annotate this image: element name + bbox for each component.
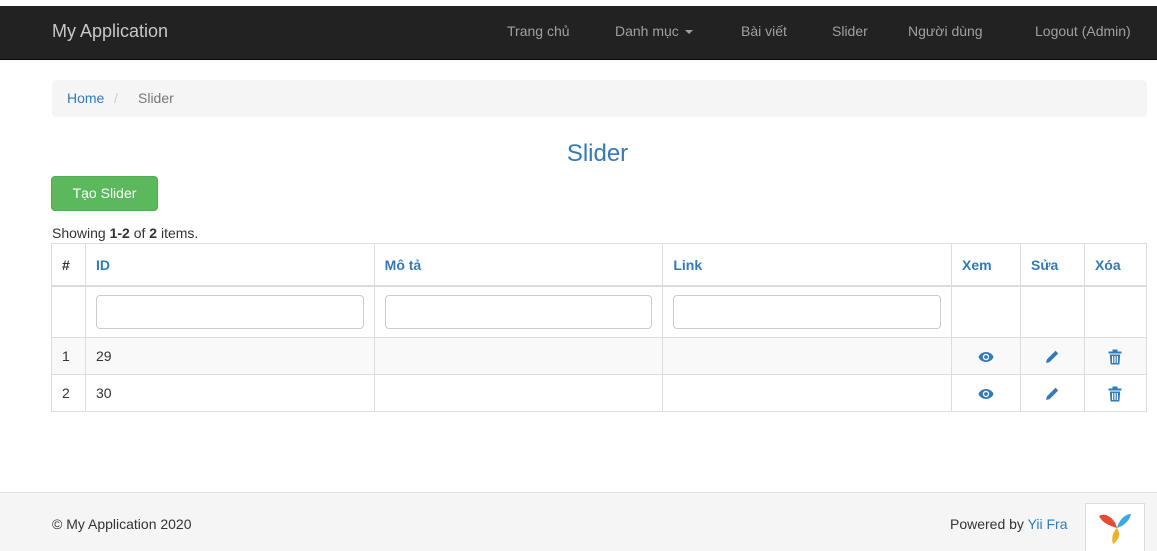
grid-summary: Showing 1-2 of 2 items.	[52, 225, 198, 241]
filter-cell-empty	[1020, 285, 1085, 338]
trash-icon	[1108, 386, 1122, 402]
nav-item-posts[interactable]: Bài viết	[741, 23, 787, 39]
nav-item-home[interactable]: Trang chủ	[507, 23, 570, 39]
column-header-number: #	[51, 243, 86, 287]
breadcrumb-home-link[interactable]: Home	[67, 90, 104, 106]
nav-item-users[interactable]: Người dùng	[908, 23, 983, 39]
delete-button[interactable]	[1083, 374, 1148, 412]
row-link	[662, 374, 953, 412]
trash-icon	[1108, 349, 1122, 365]
footer-copyright: © My Application 2020	[52, 516, 192, 532]
nav-item-slider[interactable]: Slider	[832, 23, 868, 39]
breadcrumb-separator: /	[114, 90, 118, 106]
summary-prefix: Showing	[52, 225, 110, 241]
filter-cell-link	[662, 285, 953, 338]
slider-grid: # ID Mô tả Link Xem Sửa Xóa 1 29 2 30	[51, 243, 1148, 412]
column-header-description[interactable]: Mô tả	[373, 243, 664, 287]
summary-suffix: items.	[157, 225, 199, 241]
pencil-icon	[1046, 387, 1059, 401]
yii-framework-link[interactable]: Yii Fra	[1028, 516, 1068, 532]
filter-cell-empty	[51, 285, 86, 338]
filter-link-input[interactable]	[673, 295, 942, 329]
filter-cell-id	[84, 285, 375, 338]
row-number: 2	[51, 374, 86, 412]
column-header-id[interactable]: ID	[84, 243, 375, 287]
powered-by-prefix: Powered by	[950, 516, 1028, 532]
column-header-view: Xem	[951, 243, 1021, 287]
table-row: 2 30	[51, 374, 1148, 412]
column-header-delete: Xóa	[1083, 243, 1148, 287]
header-row: # ID Mô tả Link Xem Sửa Xóa	[51, 243, 1148, 287]
eye-icon	[978, 389, 994, 400]
row-description	[373, 374, 664, 412]
column-header-edit: Sửa	[1020, 243, 1085, 287]
nav-item-categories[interactable]: Danh mục	[615, 23, 693, 39]
row-description	[373, 337, 664, 375]
summary-range: 1-2	[109, 225, 130, 241]
filter-cell-description	[373, 285, 664, 338]
view-button[interactable]	[951, 374, 1021, 412]
row-id: 30	[84, 374, 375, 412]
table-row: 1 29	[51, 337, 1148, 375]
yii-debug-toolbar-toggle[interactable]	[1085, 503, 1145, 551]
filter-cell-empty	[1083, 285, 1148, 338]
summary-of: of	[129, 225, 150, 241]
row-number: 1	[51, 337, 86, 375]
row-link	[662, 337, 953, 375]
column-header-link[interactable]: Link	[662, 243, 953, 287]
delete-button[interactable]	[1083, 337, 1148, 375]
summary-total: 2	[149, 225, 158, 241]
caret-down-icon	[684, 30, 693, 35]
filter-row	[51, 285, 1148, 338]
filter-cell-empty	[951, 285, 1021, 338]
row-id: 29	[84, 337, 375, 375]
edit-button[interactable]	[1020, 337, 1085, 375]
brand-link[interactable]: My Application	[52, 21, 168, 42]
footer-powered-by: Powered by Yii Fra	[950, 516, 1068, 532]
nav-item-categories-label: Danh mục	[615, 23, 679, 39]
create-slider-button[interactable]: Tạo Slider	[51, 176, 158, 211]
filter-id-input[interactable]	[95, 295, 364, 329]
eye-icon	[978, 352, 994, 363]
breadcrumb: Home / Slider	[52, 80, 1147, 117]
navbar: My Application Trang chủ Danh mục Bài vi…	[0, 6, 1157, 60]
pencil-icon	[1046, 350, 1059, 364]
page-title: Slider	[566, 140, 629, 167]
edit-button[interactable]	[1020, 374, 1085, 412]
breadcrumb-current: Slider	[138, 90, 174, 106]
yii-logo-icon	[1099, 514, 1131, 544]
view-button[interactable]	[951, 337, 1021, 375]
filter-description-input[interactable]	[384, 295, 653, 329]
nav-item-logout[interactable]: Logout (Admin)	[1035, 23, 1131, 39]
footer: © My Application 2020 Powered by Yii Fra	[0, 492, 1157, 551]
